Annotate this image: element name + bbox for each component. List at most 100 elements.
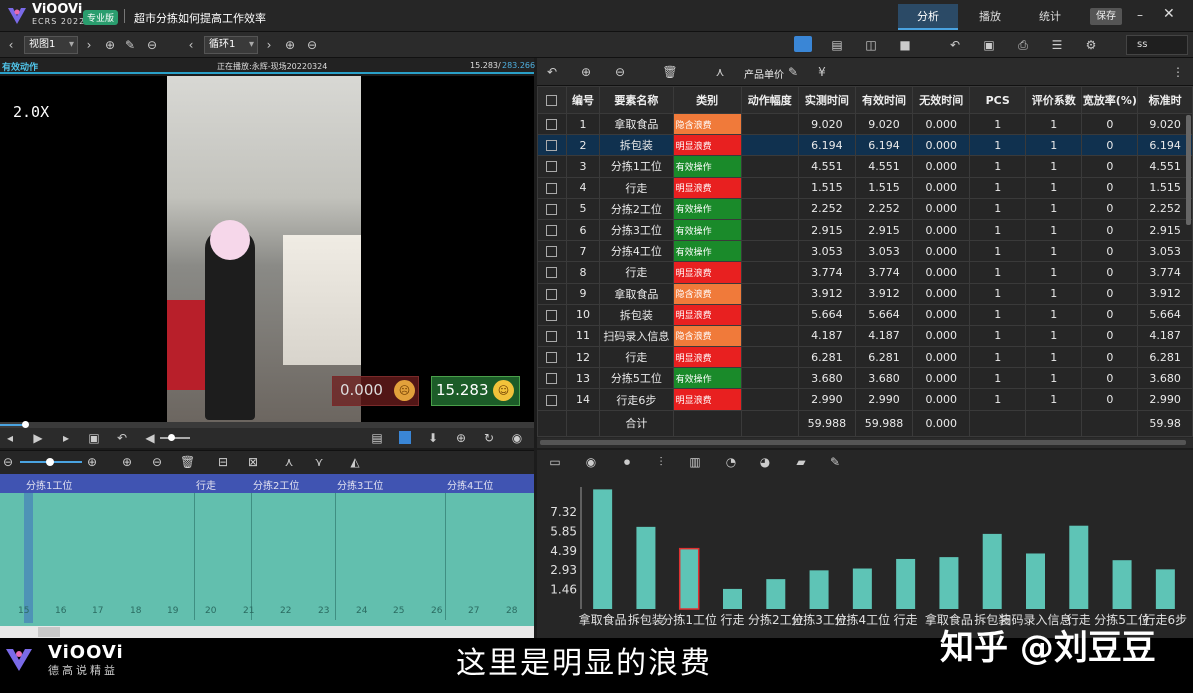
next-loop-icon[interactable]: › — [262, 32, 276, 58]
row-checkbox[interactable] — [537, 240, 567, 263]
timeline-segment[interactable]: 分拣4工位 — [447, 477, 493, 492]
table-header-cell[interactable]: 有效时间 — [854, 86, 914, 114]
cell-allow[interactable]: 0 — [1081, 134, 1139, 157]
table-header-cell[interactable]: 编号 — [565, 86, 601, 114]
table-row[interactable]: 1 拿取食品 隐含浪费 9.020 9.020 0.000 1 1 0 9.020 — [537, 112, 1193, 136]
cell-no[interactable]: 13 — [565, 367, 601, 390]
cell-motion-range[interactable] — [740, 112, 799, 136]
row-checkbox[interactable] — [537, 388, 567, 411]
add-loop-icon[interactable]: ⊕ — [282, 32, 298, 58]
folder-icon[interactable]: ▰ — [792, 450, 810, 474]
cell-coef[interactable]: 1 — [1025, 155, 1083, 178]
cell-meas[interactable]: 5.664 — [797, 303, 856, 326]
row-checkbox[interactable] — [537, 134, 567, 157]
cell-cat[interactable]: 明显浪费 — [672, 176, 742, 199]
row-checkbox[interactable] — [537, 218, 567, 242]
tab-analysis[interactable]: 分析 — [898, 4, 958, 30]
cell-motion-range[interactable] — [740, 134, 799, 157]
timeline-segment[interactable]: 分拣1工位 — [26, 477, 72, 492]
cell-name[interactable]: 分拣2工位 — [599, 197, 674, 220]
cell-coef[interactable]: 1 — [1025, 388, 1083, 411]
cell-pcs[interactable]: 1 — [969, 155, 1027, 178]
minus-box-icon[interactable]: ⊟ — [216, 449, 230, 475]
close-icon[interactable]: ✕ — [1163, 6, 1175, 22]
row-checkbox[interactable] — [537, 197, 567, 220]
cell-cat[interactable]: 明显浪费 — [672, 303, 742, 326]
volume-knob[interactable] — [168, 434, 175, 441]
cell-ineff[interactable]: 0.000 — [912, 388, 971, 411]
chart-bar[interactable] — [766, 579, 786, 609]
table-row[interactable]: 4 行走 明显浪费 1.515 1.515 0.000 1 1 0 1.515 — [537, 176, 1193, 199]
cell-name[interactable]: 分拣1工位 — [599, 155, 674, 178]
refresh-icon[interactable]: ↻ — [482, 425, 496, 451]
delete-icon[interactable]: 🗑 — [662, 58, 678, 86]
cell-pcs[interactable]: 1 — [969, 134, 1027, 157]
cell-no[interactable]: 9 — [565, 282, 601, 305]
microphone-icon[interactable]: ⏺ — [618, 450, 636, 474]
table-header-cell[interactable]: 宽放率(%) — [1081, 86, 1139, 114]
cell-allow[interactable]: 0 — [1081, 346, 1139, 369]
cell-allow[interactable]: 0 — [1081, 303, 1139, 326]
cell-ineff[interactable]: 0.000 — [912, 240, 971, 263]
cell-ineff[interactable]: 0.000 — [912, 197, 971, 220]
chart-bar[interactable] — [723, 588, 742, 609]
download-icon[interactable]: ⬇ — [426, 425, 440, 451]
person-icon[interactable]: ⋏ — [712, 58, 728, 86]
row-checkbox[interactable] — [537, 346, 567, 369]
cell-allow[interactable]: 0 — [1081, 324, 1139, 348]
cell-motion-range[interactable] — [740, 282, 799, 305]
cell-coef[interactable]: 1 — [1025, 282, 1083, 305]
export-icon[interactable]: ▣ — [980, 32, 998, 58]
cell-eff[interactable]: 1.515 — [854, 176, 914, 199]
timeline-track[interactable] — [0, 474, 534, 626]
cell-std[interactable]: 4.187 — [1137, 324, 1193, 348]
cell-no[interactable]: 7 — [565, 240, 601, 263]
table-row[interactable]: 7 分拣4工位 有效操作 3.053 3.053 0.000 1 1 0 3.053 — [537, 240, 1193, 263]
row-checkbox[interactable] — [537, 324, 567, 348]
cell-cat[interactable]: 明显浪费 — [672, 346, 742, 369]
cell-no[interactable]: 12 — [565, 346, 601, 369]
chart-bar[interactable] — [678, 547, 700, 610]
cell-std[interactable]: 5.664 — [1137, 303, 1193, 326]
row-checkbox[interactable] — [537, 282, 567, 305]
cell-pcs[interactable]: 1 — [969, 346, 1027, 369]
prev-loop-icon[interactable]: ‹ — [184, 32, 198, 58]
cell-name[interactable]: 行走 — [599, 346, 674, 369]
cell-cat[interactable]: 隐含浪费 — [672, 282, 742, 305]
cell-allow[interactable]: 0 — [1081, 112, 1139, 136]
timeline-segment[interactable]: 分拣3工位 — [337, 477, 383, 492]
cell-name[interactable]: 分拣5工位 — [599, 367, 674, 390]
cell-meas[interactable]: 3.680 — [797, 367, 856, 390]
table-header-cell[interactable]: 动作幅度 — [740, 86, 799, 114]
table-row[interactable]: 5 分拣2工位 有效操作 2.252 2.252 0.000 1 1 0 2.252 — [537, 197, 1193, 220]
cell-motion-range[interactable] — [740, 388, 799, 411]
cell-allow[interactable]: 0 — [1081, 176, 1139, 199]
rewind-icon[interactable]: ↶ — [116, 425, 128, 451]
chart-bar[interactable] — [939, 557, 959, 609]
cell-pcs[interactable]: 1 — [969, 303, 1027, 326]
header-checkbox[interactable] — [537, 86, 567, 114]
step-back-icon[interactable]: ◂ — [4, 425, 16, 451]
table-header-cell[interactable]: 类别 — [672, 86, 742, 114]
cell-motion-range[interactable] — [740, 303, 799, 326]
cell-motion-range[interactable] — [740, 367, 799, 390]
cell-std[interactable]: 3.053 — [1137, 240, 1193, 263]
cell-allow[interactable]: 0 — [1081, 155, 1139, 178]
chart-bar[interactable] — [593, 489, 613, 609]
chart-bar[interactable] — [982, 533, 1002, 609]
table-row[interactable]: 3 分拣1工位 有效操作 4.551 4.551 0.000 1 1 0 4.551 — [537, 155, 1193, 178]
cell-ineff[interactable]: 0.000 — [912, 282, 971, 305]
cell-cat[interactable]: 有效操作 — [672, 240, 742, 263]
cell-std[interactable]: 3.774 — [1137, 261, 1193, 284]
cell-ineff[interactable]: 0.000 — [912, 155, 971, 178]
chart-bar[interactable] — [852, 568, 872, 609]
table-row[interactable]: 9 拿取食品 隐含浪费 3.912 3.912 0.000 1 1 0 3.912 — [537, 282, 1193, 305]
cell-eff[interactable]: 2.252 — [854, 197, 914, 220]
table-header-cell[interactable]: PCS — [969, 86, 1027, 114]
cell-no[interactable]: 4 — [565, 176, 601, 199]
cell-eff[interactable]: 3.912 — [854, 282, 914, 305]
chart-bar[interactable] — [636, 526, 656, 609]
chart-bar[interactable] — [1112, 560, 1132, 609]
table-header-cell[interactable]: 评价系数 — [1025, 86, 1083, 114]
table-hscroll-thumb[interactable] — [540, 440, 1186, 445]
